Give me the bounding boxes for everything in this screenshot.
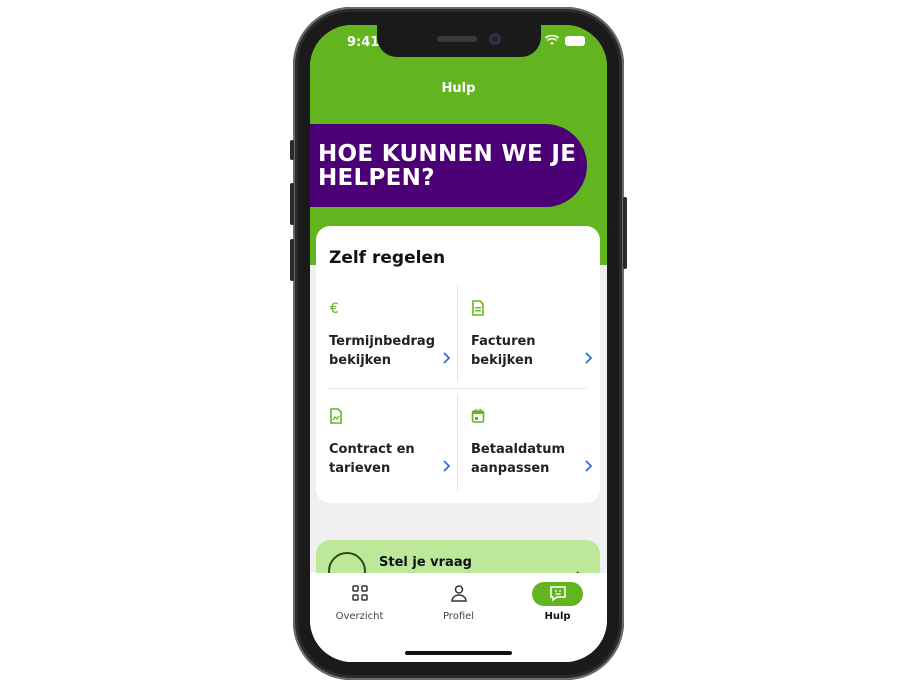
battery-icon <box>565 35 585 46</box>
document-icon <box>472 300 484 316</box>
svg-text:€: € <box>330 301 339 316</box>
wifi-icon <box>545 35 559 45</box>
self-service-card: Zelf regelen € Termijnbedrag bekijken Fa… <box>316 226 600 503</box>
tile-facturen[interactable]: Facturen bekijken <box>471 286 599 386</box>
tile-label: Facturen bekijken <box>471 334 536 368</box>
tab-label: Hulp <box>544 611 571 622</box>
tab-label: Overzicht <box>335 611 384 622</box>
notch <box>377 25 541 57</box>
divider <box>457 394 458 490</box>
mute-switch <box>290 140 294 160</box>
chevron-right-icon <box>443 352 451 364</box>
tile-termijnbedrag[interactable]: € Termijnbedrag bekijken <box>329 286 457 386</box>
tile-betaaldatum[interactable]: Betaaldatum aanpassen <box>471 394 599 494</box>
chevron-right-icon <box>443 460 451 472</box>
tab-label: Profiel <box>442 611 475 622</box>
divider <box>457 286 458 382</box>
contract-icon <box>330 408 342 424</box>
calendar-icon <box>471 409 485 423</box>
chevron-right-icon <box>585 352 593 364</box>
ask-question-label: Stel je vraag <box>379 555 472 570</box>
tab-overzicht[interactable]: Overzicht <box>310 573 409 633</box>
tile-label: Contract en tarieven <box>329 442 415 476</box>
app-screen: 9:41 Hulp HOE KUNNEN WE JE HELPEN? Zelf … <box>310 25 607 662</box>
euro-icon: € <box>330 301 339 316</box>
person-icon <box>451 585 467 602</box>
chevron-right-icon <box>585 460 593 472</box>
speaker <box>437 36 477 42</box>
tab-bar: Overzicht Profiel Hulp <box>310 573 607 662</box>
tab-profiel[interactable]: Profiel <box>409 573 508 633</box>
volume-up-button <box>290 183 294 225</box>
hero-banner: HOE KUNNEN WE JE HELPEN? <box>310 124 587 207</box>
divider <box>328 388 587 389</box>
phone-frame: 9:41 Hulp HOE KUNNEN WE JE HELPEN? Zelf … <box>290 7 627 680</box>
tile-contract[interactable]: Contract en tarieven <box>329 394 457 494</box>
tile-label: Betaaldatum aanpassen <box>471 442 566 476</box>
chat-icon <box>550 586 566 602</box>
camera <box>489 33 501 45</box>
status-time: 9:41 <box>347 35 380 50</box>
tab-hulp[interactable]: Hulp <box>508 573 607 633</box>
page-title: Hulp <box>441 81 476 96</box>
status-icons <box>545 35 585 46</box>
home-indicator <box>405 651 512 655</box>
tile-label: Termijnbedrag bekijken <box>329 334 435 368</box>
hero-heading: HOE KUNNEN WE JE HELPEN? <box>318 141 577 191</box>
volume-down-button <box>290 239 294 281</box>
grid-icon <box>352 585 368 601</box>
section-title: Zelf regelen <box>329 248 446 268</box>
power-button <box>623 197 627 269</box>
